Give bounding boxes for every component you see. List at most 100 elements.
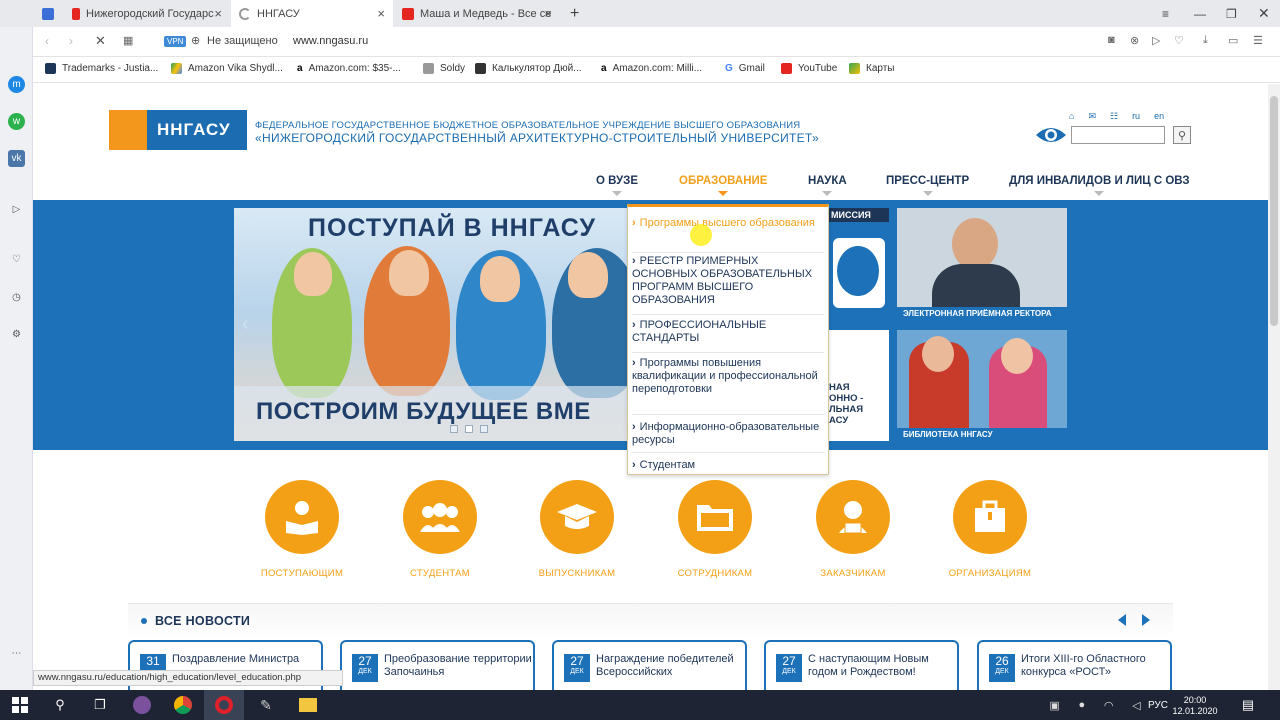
menu-item-students[interactable]: › Студентам — [632, 459, 824, 473]
bookmark-item[interactable]: Карты — [849, 63, 895, 74]
bookmark-item[interactable]: Soldy — [423, 63, 465, 74]
bookmark-item[interactable]: Amazon Vika Shydl... — [171, 63, 283, 74]
flow-icon[interactable]: ▷ — [8, 201, 25, 218]
heart-icon[interactable]: ♡ — [1174, 34, 1184, 47]
battery-icon[interactable]: ▭ — [1228, 34, 1238, 47]
messenger-icon[interactable]: m — [8, 76, 25, 93]
security-label[interactable]: Не защищено — [207, 35, 278, 47]
maximize-button[interactable]: ❐ — [1218, 0, 1237, 27]
close-tab-icon[interactable]: × — [544, 6, 552, 21]
bookmark-item[interactable]: YouTube — [781, 63, 837, 74]
easy-setup-icon[interactable]: ☰ — [1253, 34, 1263, 47]
audience-applicants[interactable]: ПОСТУПАЮЩИМ — [261, 480, 343, 579]
close-tab-icon[interactable]: × — [214, 6, 222, 21]
paint-icon[interactable]: ✎ — [246, 690, 286, 720]
menu-item-standards[interactable]: › ПРОФЕССИОНАЛЬНЫЕ СТАНДАРТЫ — [632, 319, 824, 353]
audience-graduates[interactable]: ВЫПУСКНИКАМ — [539, 480, 615, 579]
vk-icon[interactable]: vk — [8, 150, 25, 167]
news-card[interactable]: 27 ДЕК Преобразование территории Започаинь… — [340, 640, 535, 690]
system-tray[interactable]: ▣ ● ◠ ◁ — [1040, 690, 1150, 720]
camera-icon[interactable]: ◙ — [1108, 34, 1115, 46]
nav-about[interactable]: О ВУЗЕ — [596, 175, 638, 196]
heart-icon[interactable]: ♡ — [8, 251, 25, 268]
nav-press[interactable]: ПРЕСС-ЦЕНТР — [886, 175, 969, 196]
stop-icon[interactable]: ✕ — [95, 33, 106, 49]
whatsapp-icon[interactable]: w — [8, 113, 25, 130]
tab-mail[interactable] — [34, 0, 62, 27]
scrollbar-thumb[interactable] — [1270, 96, 1278, 326]
home-icon[interactable]: ⌂ — [1069, 111, 1074, 122]
search-icon[interactable]: ⚲ — [40, 690, 80, 720]
tabs-grid-icon[interactable]: ▦ — [123, 34, 133, 47]
audience-staff[interactable]: СОТРУДНИКАМ — [677, 480, 753, 579]
tab-yandex[interactable]: Нижегородский Государс × — [64, 0, 230, 27]
search-input[interactable] — [1071, 126, 1165, 144]
close-tab-icon[interactable]: × — [377, 6, 385, 21]
news-card[interactable]: 26 ДЕК Итоги XIII-го Областного конкурса «… — [977, 640, 1172, 690]
nav-accessibility[interactable]: ДЛЯ ИНВАЛИДОВ И ЛИЦ С ОВЗ — [1009, 175, 1190, 196]
explorer-icon[interactable] — [288, 690, 328, 720]
norton-icon[interactable]: ● — [1078, 699, 1085, 711]
settings-icon[interactable]: ⚙ — [8, 326, 25, 343]
task-view-icon[interactable]: ❐ — [80, 690, 120, 720]
nav-education[interactable]: ОБРАЗОВАНИЕ — [679, 175, 767, 196]
lang-ru[interactable]: ru — [1132, 111, 1140, 122]
slider-dot[interactable] — [465, 425, 473, 433]
viber-icon[interactable] — [122, 690, 162, 720]
slider-dot[interactable] — [450, 425, 458, 433]
opera-taskbar-icon[interactable] — [204, 690, 244, 720]
notifications-icon[interactable]: ▤ — [1228, 690, 1268, 720]
bookmark-item[interactable]: a Amazon.com: $35-... — [297, 63, 401, 74]
tab-menu-icon[interactable]: ≡ — [1154, 0, 1169, 27]
bookmark-item[interactable]: Trademarks - Justia... — [45, 63, 158, 74]
bookmark-item[interactable]: G Gmail — [725, 63, 765, 74]
news-card[interactable]: 27 ДЕК Награждение победителей Всероссийск… — [552, 640, 747, 690]
sitemap-icon[interactable]: ☷ — [1110, 111, 1118, 122]
vpn-badge[interactable]: VPN — [164, 36, 187, 47]
slider-prev-icon[interactable]: ‹ — [242, 313, 249, 336]
forward-icon[interactable]: › — [69, 34, 73, 48]
history-icon[interactable]: ◷ — [8, 289, 25, 306]
chrome-icon[interactable] — [163, 690, 203, 720]
bookmark-item[interactable]: Калькулятор Дюй... — [475, 63, 582, 74]
url-field[interactable]: www.nngasu.ru — [293, 35, 368, 47]
all-news-link[interactable]: ВСЕ НОВОСТИ — [155, 614, 250, 628]
tab-youtube[interactable]: Маша и Медведь - Все се × — [394, 0, 560, 27]
download-icon[interactable]: ⤓ — [1203, 34, 1208, 47]
menu-item-higher-education[interactable]: › Программы высшего образования — [632, 217, 824, 253]
audience-students[interactable]: СТУДЕНТАМ — [402, 480, 478, 579]
back-icon[interactable]: ‹ — [45, 34, 49, 48]
accessibility-eye-icon[interactable] — [1035, 125, 1067, 145]
network-icon[interactable]: ▣ — [1049, 699, 1059, 712]
news-card[interactable]: 27 ДЕК С наступающим Новым годом и Рождест… — [764, 640, 959, 690]
new-tab-button[interactable]: + — [562, 0, 582, 27]
news-prev-icon[interactable] — [1118, 614, 1126, 626]
menu-item-resources[interactable]: › Информационно-образовательные ресурсы — [632, 421, 824, 453]
lang-en[interactable]: en — [1154, 111, 1164, 122]
shield-icon[interactable]: ⊗ — [1130, 34, 1139, 47]
admission-tile[interactable]: МИССИЯ — [829, 208, 889, 320]
library-tile[interactable]: БИБЛИОТЕКА ННГАСУ — [897, 330, 1067, 441]
wifi-icon[interactable]: ◠ — [1104, 699, 1114, 712]
windows-start-icon[interactable] — [0, 690, 40, 720]
more-icon[interactable]: ⋯ — [8, 645, 25, 662]
rector-tile[interactable]: ЭЛЕКТРОННАЯ ПРИЁМНАЯ РЕКТОРА — [897, 208, 1067, 320]
mail-icon[interactable]: ✉ — [1088, 111, 1096, 122]
tab-nngasu[interactable]: ННГАСУ × — [231, 0, 393, 27]
nav-science[interactable]: НАУКА — [808, 175, 847, 196]
bookmark-item[interactable]: a Amazon.com: Milli... — [601, 63, 702, 74]
news-next-icon[interactable] — [1142, 614, 1150, 626]
audience-organizations[interactable]: ОРГАНИЗАЦИЯМ — [949, 480, 1031, 579]
send-icon[interactable]: ▷ — [1152, 34, 1160, 47]
page-scrollbar[interactable] — [1268, 84, 1280, 690]
clock[interactable]: 20:00 12.01.2020 — [1170, 695, 1220, 717]
slider-dot[interactable] — [480, 425, 488, 433]
hero-slider[interactable]: ПОСТУПАЙ В ННГАСУ ПОСТРОИМ БУДУЩЕЕ ВМЕ ‹ — [234, 208, 632, 441]
menu-item-registry[interactable]: › РЕЕСТР ПРИМЕРНЫХ ОСНОВНЫХ ОБРАЗОВАТЕЛЬН… — [632, 255, 824, 315]
site-logo[interactable]: ННГАСУ — [109, 110, 247, 150]
audience-customers[interactable]: ЗАКАЗЧИКАМ — [815, 480, 891, 579]
distance-learning-tile[interactable]: НАЯ ОННО - ЛЬНАЯ АСУ — [829, 330, 889, 441]
close-window-button[interactable]: ✕ — [1250, 0, 1270, 27]
menu-item-qualification[interactable]: › Программы повышения квалификации и проф… — [632, 357, 824, 415]
minimize-button[interactable]: — — [1186, 0, 1206, 27]
